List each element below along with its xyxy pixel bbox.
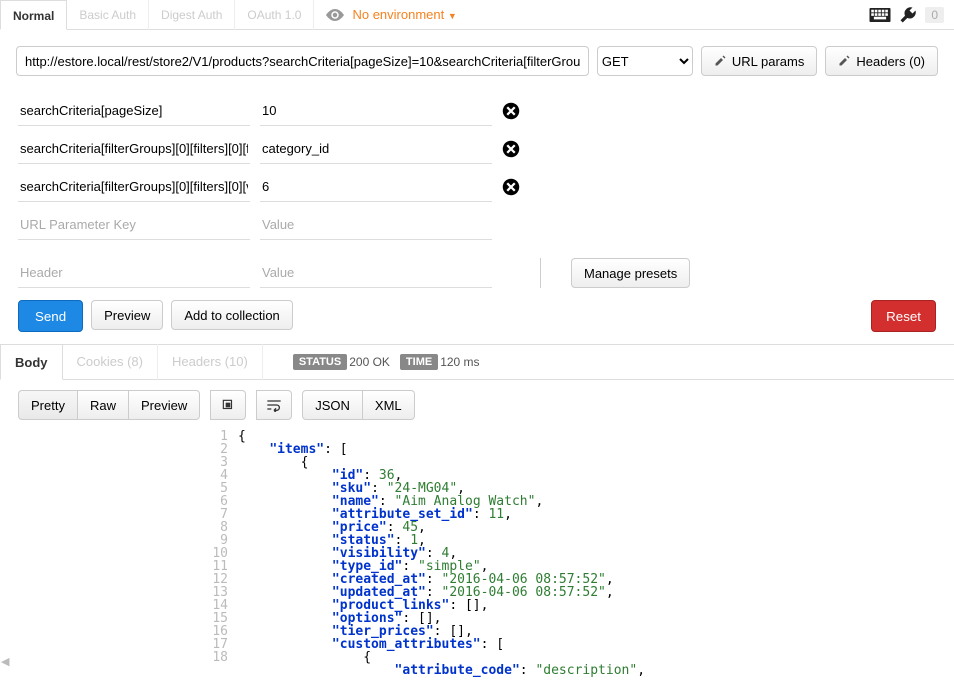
header-value-empty[interactable]: [260, 258, 492, 288]
manage-presets-button[interactable]: Manage presets: [571, 258, 690, 288]
headers-button[interactable]: Headers (0): [825, 46, 938, 76]
wrench-icon[interactable]: [899, 6, 917, 24]
param-value-1[interactable]: [260, 134, 492, 164]
param-key-0[interactable]: [18, 96, 250, 126]
param-key-empty[interactable]: [18, 210, 250, 240]
param-value-empty[interactable]: [260, 210, 492, 240]
param-key-2[interactable]: [18, 172, 250, 202]
header-key-empty[interactable]: [18, 258, 250, 288]
param-value-2[interactable]: [260, 172, 492, 202]
url-input[interactable]: [16, 46, 589, 76]
delete-icon[interactable]: [502, 140, 520, 158]
url-params-button[interactable]: URL params: [701, 46, 817, 76]
time-label: TIME: [400, 354, 438, 370]
time-value: 120 ms: [440, 355, 479, 369]
reset-button[interactable]: Reset: [871, 300, 936, 332]
status-value: 200 OK: [349, 355, 390, 369]
param-value-0[interactable]: [260, 96, 492, 126]
format-xml[interactable]: XML: [363, 390, 415, 420]
auth-tab-basic[interactable]: Basic Auth: [67, 0, 149, 30]
add-to-collection-button[interactable]: Add to collection: [171, 300, 292, 330]
preview-button[interactable]: Preview: [91, 300, 163, 330]
auth-tab-oauth[interactable]: OAuth 1.0: [235, 0, 314, 30]
eye-icon: [326, 9, 344, 21]
notification-count[interactable]: 0: [925, 7, 944, 23]
collapse-icon[interactable]: ◀: [1, 655, 9, 668]
format-json[interactable]: JSON: [302, 390, 363, 420]
param-key-1[interactable]: [18, 134, 250, 164]
method-select[interactable]: GET: [597, 46, 693, 76]
tab-body[interactable]: Body: [0, 344, 63, 380]
keyboard-icon[interactable]: [869, 8, 891, 22]
status-label: STATUS: [293, 354, 347, 370]
auth-tab-digest[interactable]: Digest Auth: [149, 0, 235, 30]
copy-icon[interactable]: [210, 390, 246, 420]
view-pretty[interactable]: Pretty: [18, 390, 78, 420]
auth-tab-normal[interactable]: Normal: [0, 0, 67, 30]
send-button[interactable]: Send: [18, 300, 83, 332]
view-raw[interactable]: Raw: [78, 390, 129, 420]
view-preview[interactable]: Preview: [129, 390, 200, 420]
tab-cookies[interactable]: Cookies (8): [63, 344, 158, 380]
delete-icon[interactable]: [502, 178, 520, 196]
wrap-icon[interactable]: [256, 390, 292, 420]
delete-icon[interactable]: [502, 102, 520, 120]
environment-dropdown[interactable]: No environment ▼: [352, 7, 456, 22]
tab-headers[interactable]: Headers (10): [158, 344, 263, 380]
response-body: 123456789101112131415161718 { "items": […: [0, 430, 954, 677]
auth-tab-bar: Normal Basic Auth Digest Auth OAuth 1.0 …: [0, 0, 954, 30]
